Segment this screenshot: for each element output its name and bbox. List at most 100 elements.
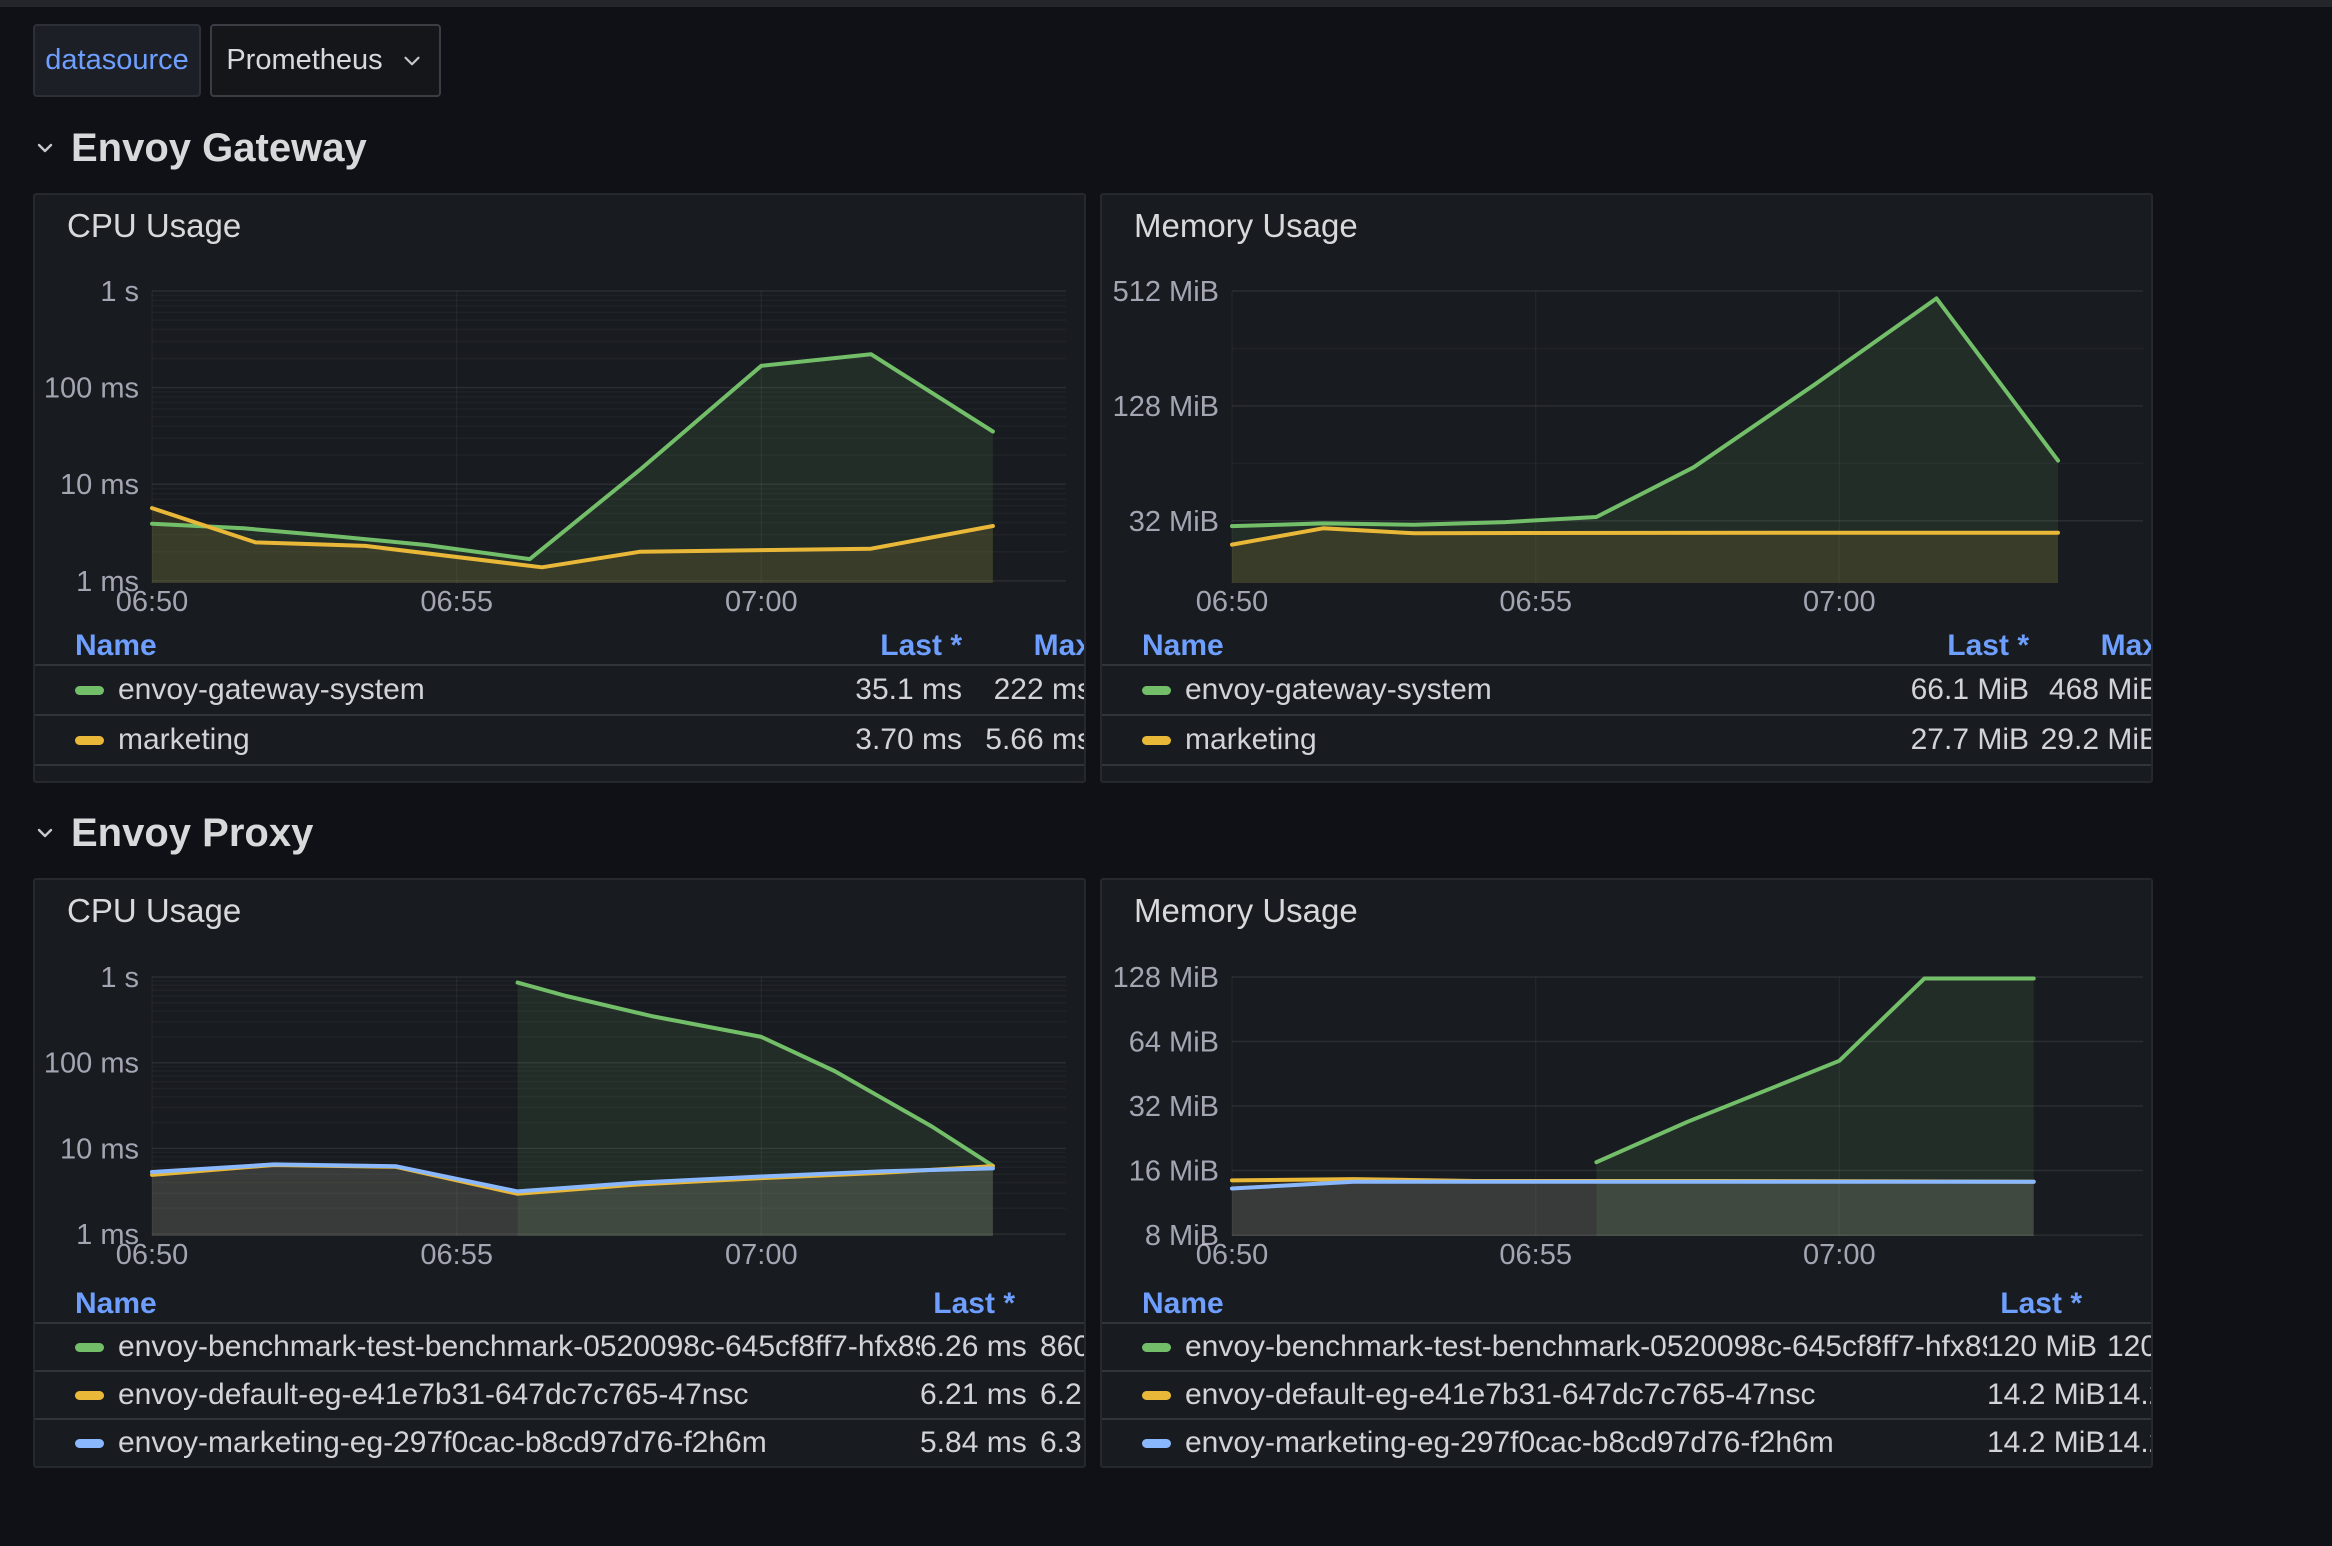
legend-last-value: 5.84 ms	[920, 1426, 1015, 1460]
legend-last-value: 66.1 MiB	[1879, 673, 2029, 707]
section-header-envoy-proxy[interactable]: Envoy Proxy	[33, 809, 313, 857]
legend-table: NameLast *envoy-benchmark-test-benchmark…	[35, 1286, 1084, 1468]
legend-last-value: 120 MiB	[1987, 1330, 2082, 1364]
axis-tick-label: 1 s	[100, 276, 139, 308]
axis-tick-label: 06:50	[1196, 586, 1269, 618]
legend-series-name: envoy-gateway-system	[118, 673, 425, 707]
legend-row: envoy-gateway-system 35.1 ms222 ms	[35, 666, 1084, 716]
legend-table: NameLast *envoy-benchmark-test-benchmark…	[1102, 1286, 2151, 1468]
legend-series-toggle[interactable]: envoy-gateway-system	[1142, 673, 1879, 707]
chevron-down-icon	[33, 136, 57, 160]
legend-max-value: 14.2	[2107, 1378, 2151, 1412]
series-color-swatch-icon	[75, 686, 104, 695]
legend-series-name: envoy-default-eg-e41e7b31-647dc7c765-47n…	[1185, 1378, 1815, 1412]
legend-row: envoy-default-eg-e41e7b31-647dc7c765-47n…	[1102, 1372, 2151, 1420]
series-color-swatch-icon	[1142, 1439, 1171, 1448]
panel-memory-usage: Memory Usage8 MiB16 MiB32 MiB64 MiB128 M…	[1100, 878, 2153, 1468]
legend-row: envoy-benchmark-test-benchmark-0520098c-…	[35, 1324, 1084, 1372]
axis-tick-label: 07:00	[725, 1239, 798, 1271]
axis-tick-label: 128 MiB	[1113, 962, 1219, 994]
legend-series-name: envoy-default-eg-e41e7b31-647dc7c765-47n…	[118, 1378, 748, 1412]
axis-tick-label: 10 ms	[60, 469, 139, 501]
axis-tick-label: 64 MiB	[1129, 1027, 1219, 1059]
legend-column-last[interactable]: Last *	[1987, 1287, 2082, 1321]
legend-last-value: 6.26 ms	[920, 1330, 1015, 1364]
legend-row: envoy-marketing-eg-297f0cac-b8cd97d76-f2…	[35, 1420, 1084, 1468]
legend-series-name: envoy-marketing-eg-297f0cac-b8cd97d76-f2…	[1185, 1426, 1834, 1460]
axis-tick-label: 06:55	[1499, 586, 1572, 618]
axis-tick-label: 06:50	[116, 1239, 189, 1271]
axis-tick-label: 06:55	[420, 1239, 493, 1271]
legend-series-toggle[interactable]: envoy-benchmark-test-benchmark-0520098c-…	[1142, 1330, 1987, 1364]
axis-tick-label: 32 MiB	[1129, 1091, 1219, 1123]
legend-last-value: 35.1 ms	[812, 673, 962, 707]
legend-series-name: envoy-marketing-eg-297f0cac-b8cd97d76-f2…	[118, 1426, 767, 1460]
legend-series-toggle[interactable]: marketing	[1142, 723, 1879, 757]
axis-tick-label: 100 ms	[44, 1048, 139, 1080]
legend-header-row: NameLast *	[1102, 1286, 2151, 1324]
series-color-swatch-icon	[1142, 1343, 1171, 1352]
panel-cpu-usage: CPU Usage1 ms10 ms100 ms1 s06:5006:5507:…	[33, 878, 1086, 1468]
series-color-swatch-icon	[75, 1391, 104, 1400]
legend-table: NameLast *Max envoy-gateway-system 66.1 Mi…	[1102, 627, 2151, 766]
legend-series-toggle[interactable]: envoy-benchmark-test-benchmark-0520098c-…	[75, 1330, 920, 1364]
legend-table: NameLast *Max envoy-gateway-system 35.1 ms…	[35, 627, 1084, 766]
legend-column-name[interactable]: Name	[75, 1287, 920, 1321]
legend-series-toggle[interactable]: envoy-marketing-eg-297f0cac-b8cd97d76-f2…	[75, 1426, 920, 1460]
legend-max-value: 468 MiB	[2029, 673, 2151, 707]
legend-series-name: marketing	[1185, 723, 1317, 757]
datasource-label-text: datasource	[45, 44, 189, 77]
axis-tick-label: 100 ms	[44, 373, 139, 405]
legend-series-toggle[interactable]: marketing	[75, 723, 812, 757]
section-title: Envoy Gateway	[71, 126, 367, 171]
legend-last-value: 14.2 MiB	[1987, 1426, 2082, 1460]
legend-column-name[interactable]: Name	[1142, 1287, 1987, 1321]
legend-row: marketing3.70 ms5.66 ms	[35, 716, 1084, 766]
legend-series-toggle[interactable]: envoy-gateway-system	[75, 673, 812, 707]
axis-tick-label: 06:55	[1499, 1239, 1572, 1271]
legend-column-last[interactable]: Last *	[1879, 629, 2029, 663]
legend-row: marketing 27.7 MiB29.2 MiB	[1102, 716, 2151, 766]
axis-tick-label: 128 MiB	[1113, 391, 1219, 423]
legend-series-toggle[interactable]: envoy-default-eg-e41e7b31-647dc7c765-47n…	[75, 1378, 920, 1412]
legend-column-name[interactable]: Name	[1142, 629, 1879, 663]
panel-cpu-usage: CPU Usage1 ms10 ms100 ms1 s06:5006:5507:…	[33, 193, 1086, 783]
legend-series-name: envoy-gateway-system	[1185, 673, 1492, 707]
legend-series-name: envoy-benchmark-test-benchmark-0520098c-…	[118, 1330, 920, 1364]
legend-series-name: marketing	[118, 723, 250, 757]
legend-column-last[interactable]: Last *	[920, 1287, 1015, 1321]
legend-max-value: 120	[2107, 1330, 2151, 1364]
axis-tick-label: 06:50	[116, 586, 189, 618]
legend-series-toggle[interactable]: envoy-marketing-eg-297f0cac-b8cd97d76-f2…	[1142, 1426, 1987, 1460]
axis-tick-label: 06:50	[1196, 1239, 1269, 1271]
legend-max-value: 6.3	[1040, 1426, 1084, 1460]
legend-header-row: NameLast *Max	[35, 627, 1084, 666]
datasource-picker[interactable]: Prometheus	[210, 24, 441, 97]
legend-column-last[interactable]: Last *	[812, 629, 962, 663]
legend-column-max[interactable]: Max	[962, 629, 1084, 663]
legend-column-max[interactable]: Max	[2029, 629, 2151, 663]
chevron-down-icon	[399, 48, 425, 74]
legend-max-value: 222 ms	[962, 673, 1084, 707]
series-color-swatch-icon	[1142, 736, 1171, 745]
legend-last-value: 6.21 ms	[920, 1378, 1015, 1412]
section-header-envoy-gateway[interactable]: Envoy Gateway	[33, 124, 367, 172]
section-title: Envoy Proxy	[71, 811, 313, 856]
legend-last-value: 27.7 MiB	[1879, 723, 2029, 757]
legend-last-value: 14.2 MiB	[1987, 1378, 2082, 1412]
legend-series-toggle[interactable]: envoy-default-eg-e41e7b31-647dc7c765-47n…	[1142, 1378, 1987, 1412]
series-color-swatch-icon	[75, 736, 104, 745]
legend-max-value: 6.2	[1040, 1378, 1084, 1412]
series-color-swatch-icon	[1142, 1391, 1171, 1400]
axis-tick-label: 512 MiB	[1113, 276, 1219, 308]
legend-max-value: 29.2 MiB	[2029, 723, 2151, 757]
legend-header-row: NameLast *Max	[1102, 627, 2151, 666]
axis-tick-label: 32 MiB	[1129, 506, 1219, 538]
datasource-picker-value: Prometheus	[226, 44, 382, 77]
legend-column-name[interactable]: Name	[75, 629, 812, 663]
legend-series-name: envoy-benchmark-test-benchmark-0520098c-…	[1185, 1330, 1987, 1364]
axis-tick-label: 07:00	[1803, 586, 1876, 618]
series-color-swatch-icon	[75, 1439, 104, 1448]
legend-row: envoy-benchmark-test-benchmark-0520098c-…	[1102, 1324, 2151, 1372]
axis-tick-label: 16 MiB	[1129, 1156, 1219, 1188]
